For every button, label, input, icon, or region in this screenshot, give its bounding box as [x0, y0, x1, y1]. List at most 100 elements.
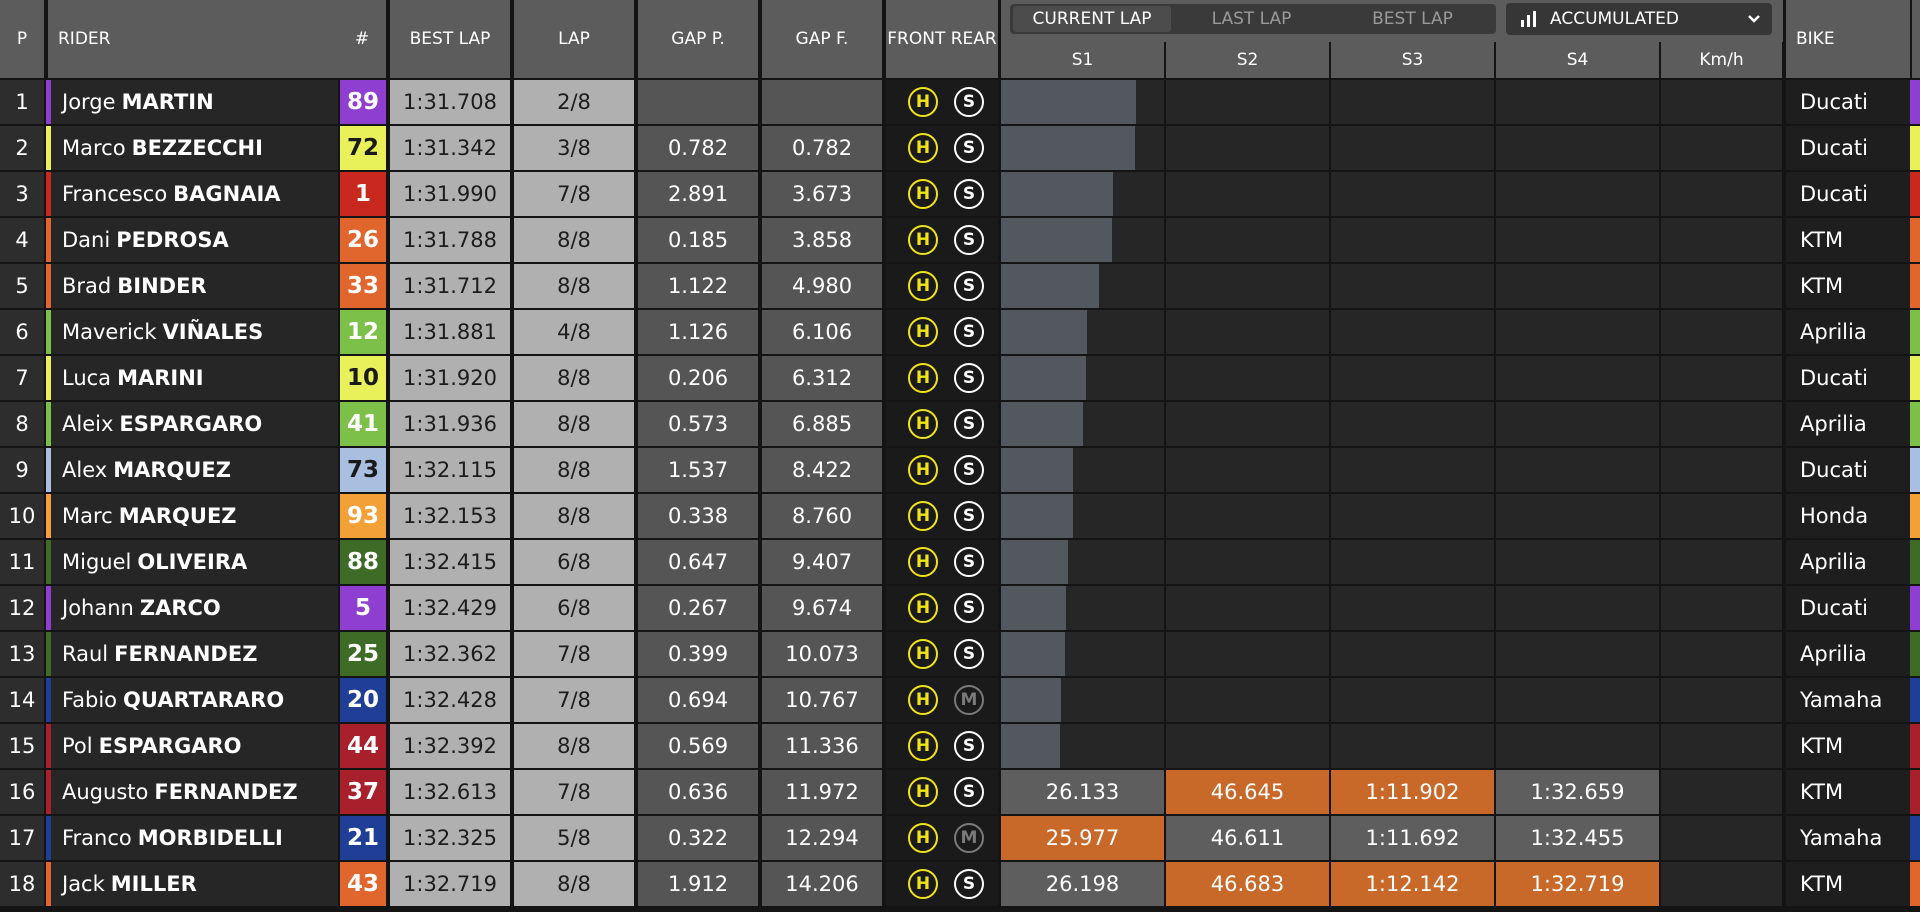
team-color-stripe: [46, 862, 51, 906]
table-row[interactable]: 17 Franco MORBIDELLI 21 1:32.325 5/8 0.322 12.2…: [0, 816, 1920, 862]
best-lap-cell: 1:32.362: [390, 632, 510, 676]
sector-s1-cell: 25.977: [1001, 816, 1164, 860]
best-lap-cell: 1:31.936: [390, 402, 510, 446]
bike-manufacturer-cell: Ducati: [1786, 448, 1910, 492]
view-mode-label: ACCUMULATED: [1550, 9, 1680, 29]
table-row[interactable]: 14 Fabio QUARTARARO 20 1:32.428 7/8 0.694 10.76…: [0, 678, 1920, 724]
tab-best-lap[interactable]: BEST LAP: [1332, 6, 1493, 32]
tyre-cell: HS: [886, 586, 998, 630]
rider-last-name: FERNANDEZ: [114, 642, 258, 666]
sector-s3-cell: [1331, 402, 1494, 446]
table-row[interactable]: 16 Augusto FERNANDEZ 37 1:32.613 7/8 0.636 11.9…: [0, 770, 1920, 816]
table-row[interactable]: 2 Marco BEZZECCHI 72 1:31.342 3/8 0.782 0.782 H S…: [0, 126, 1920, 172]
table-row[interactable]: 11 Miguel OLIVEIRA 88 1:32.415 6/8 0.647 9.407 H…: [0, 540, 1920, 586]
rider-last-name: BEZZECCHI: [131, 136, 263, 160]
speed-cell: [1661, 80, 1782, 124]
rear-tyre-icon: S: [954, 869, 984, 899]
front-tyre-icon: H: [908, 593, 938, 623]
team-color-stripe: [1910, 310, 1920, 354]
team-color-stripe: [1910, 862, 1920, 906]
sector-progress-bar: [1001, 264, 1099, 308]
rider-last-name: MARQUEZ: [113, 458, 231, 482]
rider-name-cell: Brad BINDER: [48, 264, 338, 308]
rider-last-name: MORBIDELLI: [137, 826, 283, 850]
speed-cell: [1661, 816, 1782, 860]
table-row[interactable]: 7 Luca MARINI 10 1:31.920 8/8 0.206 6.312 H S Duca…: [0, 356, 1920, 402]
table-row[interactable]: 15 Pol ESPARGARO 44 1:32.392 8/8 0.569 11.336 H S…: [0, 724, 1920, 770]
lap-count-cell: 7/8: [514, 678, 634, 722]
team-color-stripe: [1910, 770, 1920, 814]
sector-s1-cell: [1001, 218, 1164, 262]
rider-number-badge: 20: [340, 678, 386, 722]
sector-s4-cell: [1496, 356, 1659, 400]
sector-time: 46.683: [1210, 872, 1285, 896]
table-row[interactable]: 6 Maverick VIÑALES 12 1:31.881 4/8 1.126 6.106 H…: [0, 310, 1920, 356]
table-row[interactable]: 10 Marc MARQUEZ 93 1:32.153 8/8 0.338 8.760 H S Ho…: [0, 494, 1920, 540]
rider-first-name: Marc: [62, 504, 113, 528]
team-color-stripe: [46, 402, 51, 446]
gap-previous-cell: [638, 80, 758, 124]
bike-manufacturer-cell: Ducati: [1786, 80, 1910, 124]
best-lap-cell: 1:31.990: [390, 172, 510, 216]
header-edge: [1912, 0, 1920, 78]
sector-s4-cell: [1496, 172, 1659, 216]
speed-cell: [1661, 586, 1782, 630]
speed-cell: [1661, 264, 1782, 308]
rider-number-badge: 10: [340, 356, 386, 400]
gap-previous-cell: 0.569: [638, 724, 758, 768]
bike-manufacturer-cell: Yamaha: [1786, 816, 1910, 860]
team-color-stripe: [1910, 356, 1920, 400]
lap-count-cell: 8/8: [514, 402, 634, 446]
lap-count-cell: 7/8: [514, 632, 634, 676]
table-row[interactable]: 5 Brad BINDER 33 1:31.712 8/8 1.122 4.980 H S KTM: [0, 264, 1920, 310]
sector-s4-cell: [1496, 402, 1659, 446]
table-row[interactable]: 9 Alex MARQUEZ 73 1:32.115 8/8 1.537 8.422 H S Duc…: [0, 448, 1920, 494]
table-row[interactable]: 3 Francesco BAGNAIA 1 1:31.990 7/8 2.891 3.673 H…: [0, 172, 1920, 218]
col-header-bike: BIKE: [1786, 0, 1910, 78]
tyre-cell: HS: [886, 356, 998, 400]
bike-manufacturer-cell: Ducati: [1786, 586, 1910, 630]
table-row[interactable]: 13 Raul FERNANDEZ 25 1:32.362 7/8 0.399 10.073 H…: [0, 632, 1920, 678]
sector-s3-cell: 1:12.142: [1331, 862, 1494, 906]
rider-number-badge: 43: [340, 862, 386, 906]
rider-name-cell: Marco BEZZECCHI: [48, 126, 338, 170]
best-lap-cell: 1:32.153: [390, 494, 510, 538]
col-header-s3: S3: [1331, 42, 1494, 78]
tab-current-lap[interactable]: CURRENT LAP: [1013, 6, 1172, 32]
table-row[interactable]: 12 Johann ZARCO 5 1:32.429 6/8 0.267 9.674 H S Duc…: [0, 586, 1920, 632]
rider-first-name: Pol: [62, 734, 93, 758]
rider-last-name: ZARCO: [139, 596, 221, 620]
team-color-stripe: [1910, 448, 1920, 492]
tab-last-lap[interactable]: LAST LAP: [1171, 6, 1332, 32]
table-row[interactable]: 1 Jorge MARTIN 89 1:31.708 2/8 H S Ducati: [0, 80, 1920, 126]
rider-name-cell: Maverick VIÑALES: [48, 310, 338, 354]
rider-number-badge: 41: [340, 402, 386, 446]
tyre-cell: HS: [886, 448, 998, 492]
bike-manufacturer-cell: KTM: [1786, 862, 1910, 906]
gap-previous-cell: 0.694: [638, 678, 758, 722]
sector-s2-cell: [1166, 494, 1329, 538]
front-tyre-icon: H: [908, 685, 938, 715]
gap-first-cell: 3.858: [762, 218, 882, 262]
rider-first-name: Franco: [62, 826, 132, 850]
team-color-stripe: [1910, 80, 1920, 124]
gap-first-cell: 8.760: [762, 494, 882, 538]
rider-last-name: MARTIN: [121, 90, 214, 114]
team-color-stripe: [1910, 632, 1920, 676]
lap-count-cell: 8/8: [514, 218, 634, 262]
sector-s2-cell: [1166, 172, 1329, 216]
position-cell: 13: [0, 632, 44, 676]
team-color-stripe: [46, 678, 51, 722]
front-tyre-icon: H: [908, 87, 938, 117]
position-cell: 10: [0, 494, 44, 538]
col-header-gap-p: GAP P.: [638, 0, 758, 78]
table-row[interactable]: 8 Aleix ESPARGARO 41 1:31.936 8/8 0.573 6.885 H S…: [0, 402, 1920, 448]
sector-s4-cell: [1496, 80, 1659, 124]
table-row[interactable]: 4 Dani PEDROSA 26 1:31.788 8/8 0.185 3.858 H S KTM: [0, 218, 1920, 264]
table-row[interactable]: 18 Jack MILLER 43 1:32.719 8/8 1.912 14.206 H S 26…: [0, 862, 1920, 908]
sector-s3-cell: [1331, 586, 1494, 630]
team-color-stripe: [46, 724, 51, 768]
col-header-s2: S2: [1166, 42, 1329, 78]
view-mode-select[interactable]: ACCUMULATED: [1506, 3, 1772, 35]
speed-cell: [1661, 678, 1782, 722]
